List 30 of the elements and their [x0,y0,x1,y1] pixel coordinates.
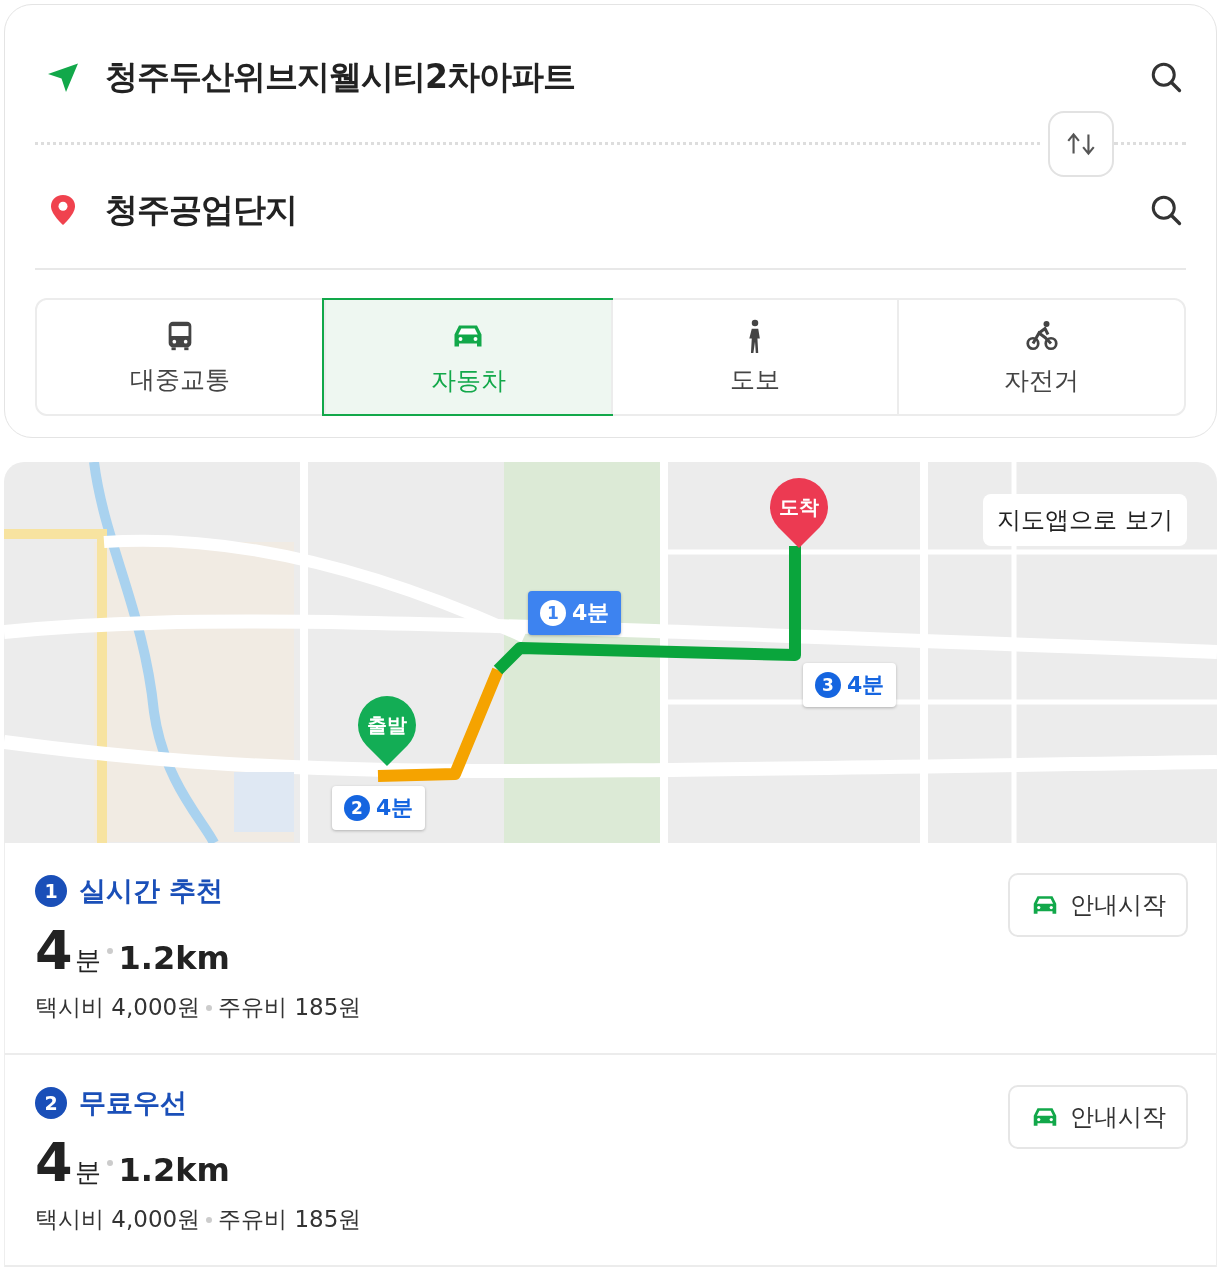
open-map-app-button[interactable]: 지도앱으로 보기 [983,494,1187,546]
route-number: 2 [35,1087,67,1119]
segment-number: 3 [815,672,841,698]
duration-value: 4 [35,1131,73,1194]
segment-time: 4분 [376,794,414,822]
fuel-cost: 주유비 185원 [218,993,362,1022]
distance: 1.2km [118,1151,230,1189]
fuel-cost: 주유비 185원 [218,1205,362,1234]
segment-time-label[interactable]: 1 4분 [528,591,622,635]
distance: 1.2km [118,939,230,977]
destination-name[interactable]: 청주공업단지 [105,187,1124,233]
segment-time: 4분 [572,599,610,627]
swap-button[interactable] [1048,110,1114,177]
segment-number: 1 [540,600,566,626]
segment-time: 4분 [847,671,885,699]
duration-unit: 분 [74,1156,101,1189]
route-number: 1 [35,875,67,907]
start-guidance-button[interactable]: 안내시작 [1008,1085,1188,1149]
route-name[interactable]: 실시간 추천 [79,873,224,909]
taxi-fare: 택시비 4,000원 [35,993,201,1022]
route-name[interactable]: 무료우선 [79,1085,187,1121]
start-guidance-button[interactable]: 안내시작 [1008,873,1188,937]
duration-unit: 분 [74,944,101,977]
segment-time-label[interactable]: 2 4분 [332,786,426,830]
walking-person-icon [747,318,762,353]
segment-number: 2 [344,795,370,821]
origin-name[interactable]: 청주두산위브지웰시티2차아파트 [105,54,1124,100]
segment-time-label[interactable]: 3 4분 [803,663,897,707]
taxi-fare: 택시비 4,000원 [35,1205,201,1234]
duration-value: 4 [35,919,73,982]
